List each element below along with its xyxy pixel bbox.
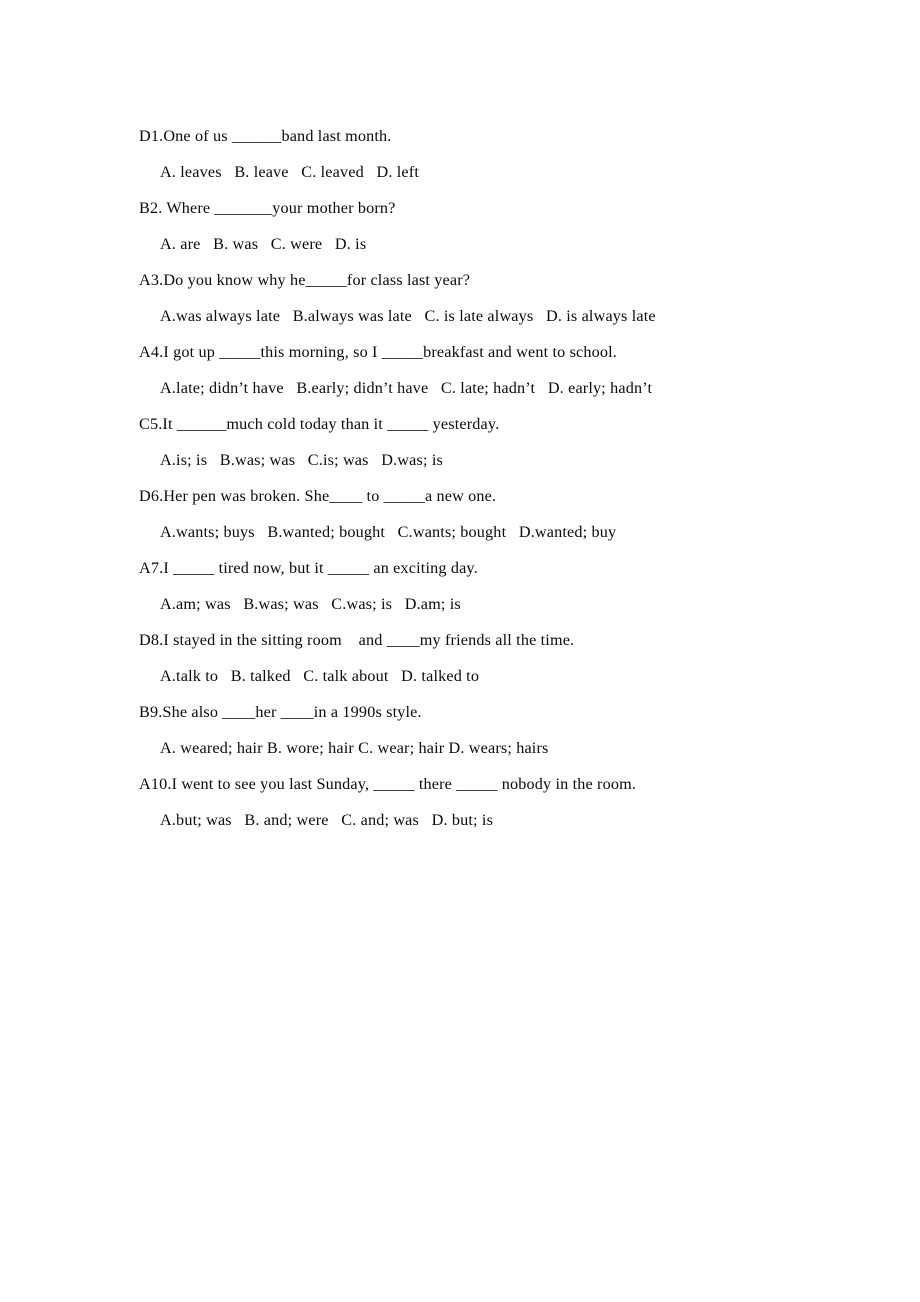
question-options-6: A.wants; buys B.wanted; bought C.wants; … (160, 523, 617, 541)
question-stem-7: A7.I _____ tired now, but it _____ an ex… (139, 559, 478, 577)
question-options-5: A.is; is B.was; was C.is; was D.was; is (160, 451, 443, 469)
question-stem-10: A10.I went to see you last Sunday, _____… (139, 775, 637, 793)
question-block-6: D6.Her pen was broken. She____ to _____a… (139, 478, 879, 550)
question-stem-2: B2. Where _______your mother born? (139, 199, 396, 217)
question-stem-5: C5.It ______much cold today than it ____… (139, 415, 500, 433)
question-stem-1: D1.One of us ______band last month. (139, 127, 392, 145)
question-options-4: A.late; didn’t have B.early; didn’t have… (160, 379, 653, 397)
question-stem-3: A3.Do you know why he_____for class last… (139, 271, 471, 289)
document-page: D1.One of us ______band last month. A. l… (0, 0, 920, 1302)
question-options-1: A. leaves B. leave C. leaved D. left (160, 163, 419, 181)
question-block-5: C5.It ______much cold today than it ____… (139, 406, 879, 478)
question-options-3: A.was always late B.always was late C. i… (160, 307, 656, 325)
question-options-2: A. are B. was C. were D. is (160, 235, 367, 253)
question-options-10: A.but; was B. and; were C. and; was D. b… (160, 811, 494, 829)
question-stem-9: B9.She also ____her ____in a 1990s style… (139, 703, 422, 721)
question-options-9: A. weared; hair B. wore; hair C. wear; h… (160, 739, 549, 757)
question-block-2: B2. Where _______your mother born? A. ar… (139, 190, 879, 262)
question-stem-8: D8.I stayed in the sitting room and ____… (139, 631, 575, 649)
question-stem-6: D6.Her pen was broken. She____ to _____a… (139, 487, 497, 505)
question-block-1: D1.One of us ______band last month. A. l… (139, 118, 879, 190)
question-block-10: A10.I went to see you last Sunday, _____… (139, 766, 879, 838)
question-options-7: A.am; was B.was; was C.was; is D.am; is (160, 595, 461, 613)
question-block-8: D8.I stayed in the sitting room and ____… (139, 622, 879, 694)
question-block-9: B9.She also ____her ____in a 1990s style… (139, 694, 879, 766)
question-block-3: A3.Do you know why he_____for class last… (139, 262, 879, 334)
question-block-7: A7.I _____ tired now, but it _____ an ex… (139, 550, 879, 622)
question-options-8: A.talk to B. talked C. talk about D. tal… (160, 667, 480, 685)
question-list: D1.One of us ______band last month. A. l… (139, 118, 879, 838)
question-stem-4: A4.I got up _____this morning, so I ____… (139, 343, 618, 361)
question-block-4: A4.I got up _____this morning, so I ____… (139, 334, 879, 406)
